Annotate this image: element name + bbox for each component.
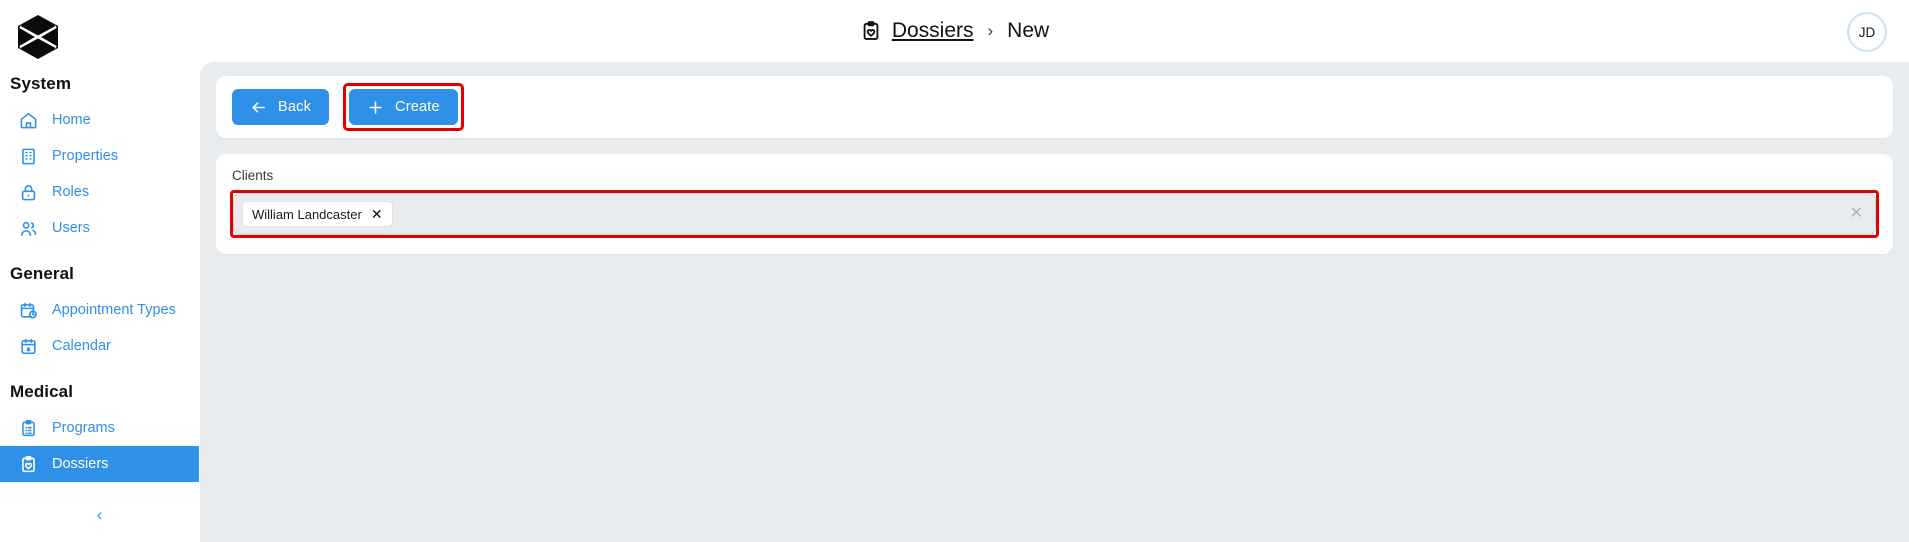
sidebar-item-label: Users (52, 220, 90, 236)
top-bar: Dossiers › New JD (200, 0, 1909, 62)
main-region: Dossiers › New JD Back Create Clients Wi… (200, 0, 1909, 542)
sidebar-item-appointment-types[interactable]: Appointment Types (0, 292, 199, 328)
sidebar-item-programs[interactable]: Programs (0, 410, 199, 446)
sidebar-item-calendar[interactable]: Calendar (0, 328, 199, 364)
sidebar: System Home Properties Roles Users Gener… (0, 0, 200, 542)
sidebar-item-home[interactable]: Home (0, 102, 199, 138)
create-button[interactable]: Create (349, 89, 458, 125)
back-button-label: Back (278, 99, 312, 115)
content-area: Back Create Clients William Landcaster ✕… (200, 62, 1909, 542)
app-logo[interactable] (0, 6, 199, 68)
clients-field-annotation: William Landcaster ✕ ✕ (230, 190, 1879, 238)
clients-multiselect[interactable]: William Landcaster ✕ ✕ (233, 193, 1876, 235)
chevron-left-icon: ‹ (96, 505, 103, 524)
sidebar-item-label: Appointment Types (52, 302, 176, 318)
sidebar-item-label: Dossiers (52, 456, 109, 472)
plus-icon (369, 100, 382, 114)
sidebar-collapse-button[interactable]: ‹ (0, 498, 199, 532)
calendar-icon (18, 336, 38, 356)
sidebar-item-dossiers[interactable]: Dossiers (0, 446, 199, 482)
breadcrumb: Dossiers › New (860, 19, 1049, 43)
form-card: Clients William Landcaster ✕ ✕ (216, 154, 1893, 254)
app-root: System Home Properties Roles Users Gener… (0, 0, 1909, 542)
sidebar-section-medical: Medical (10, 382, 74, 401)
sidebar-item-properties[interactable]: Properties (0, 138, 199, 174)
sidebar-item-users[interactable]: Users (0, 210, 199, 246)
back-button[interactable]: Back (232, 89, 330, 125)
breadcrumb-separator-icon: › (987, 21, 994, 40)
calendar-clock-icon (18, 300, 38, 320)
clipboard-list-icon (18, 418, 38, 438)
clipboard-heart-icon (18, 454, 38, 474)
building-icon (18, 146, 38, 166)
breadcrumb-current: New (1007, 19, 1050, 42)
sidebar-item-label: Roles (52, 184, 90, 200)
sidebar-item-label: Calendar (52, 338, 111, 354)
clipboard-heart-icon (863, 21, 879, 40)
sidebar-item-roles[interactable]: Roles (0, 174, 199, 210)
sidebar-section-system: System (10, 74, 72, 93)
toolbar-card: Back Create (216, 76, 1893, 138)
sidebar-section-general: General (10, 264, 75, 283)
create-button-label: Create (395, 99, 440, 115)
hexagon-x-logo-icon (18, 15, 58, 59)
clients-field-label: Clients (232, 168, 274, 183)
clear-selection-icon[interactable]: ✕ (1850, 206, 1865, 222)
avatar-initials: JD (1858, 24, 1876, 40)
sidebar-item-label: Programs (52, 420, 115, 436)
client-chip-label: William Landcaster (252, 206, 362, 222)
breadcrumb-link-dossiers[interactable]: Dossiers (892, 19, 974, 43)
create-button-annotation: Create (343, 83, 464, 131)
users-icon (18, 218, 38, 238)
sidebar-item-label: Properties (52, 148, 119, 164)
home-icon (18, 110, 38, 130)
arrow-left-icon (252, 101, 265, 113)
chip-remove-icon[interactable]: ✕ (371, 207, 383, 221)
avatar[interactable]: JD (1847, 12, 1887, 52)
client-chip[interactable]: William Landcaster ✕ (242, 201, 393, 227)
lock-icon (18, 182, 38, 202)
sidebar-item-label: Home (52, 112, 91, 128)
